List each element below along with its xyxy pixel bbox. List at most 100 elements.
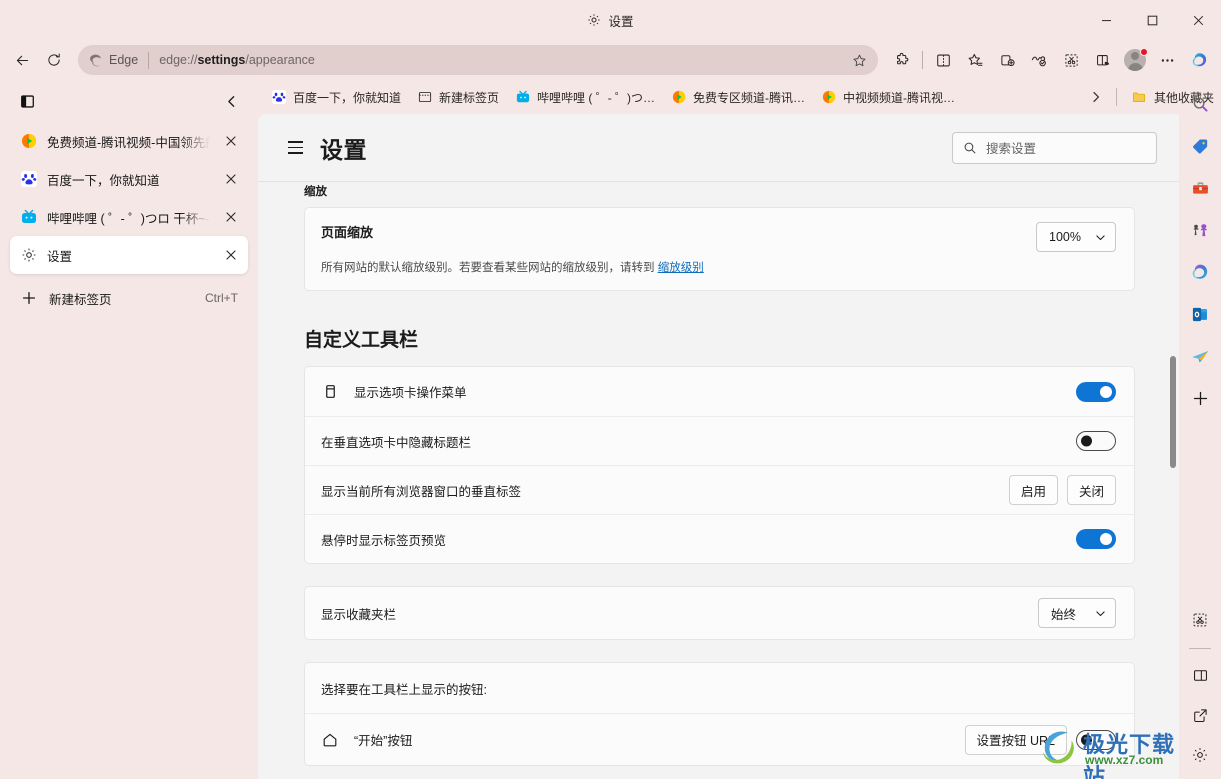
close-tab-button[interactable] — [220, 244, 242, 266]
toggle-hide-title-bar[interactable] — [1076, 431, 1116, 451]
setting-row-vertical-tabs-all-windows: 显示当前所有浏览器窗口的垂直标签 启用 关闭 — [305, 465, 1134, 514]
bookmarks-divider — [1115, 88, 1117, 106]
setting-label: 悬停时显示标签页预览 — [321, 533, 447, 548]
url-text: edge://settings/appearance — [159, 53, 315, 67]
minimize-button[interactable] — [1083, 0, 1129, 40]
bookmark-item[interactable]: 哔哩哔哩 ( ゜- ゜)つ… — [508, 85, 662, 110]
search-settings-input[interactable]: 搜索设置 — [952, 131, 1157, 164]
bookmark-item[interactable]: 新建标签页 — [410, 85, 506, 110]
customize-toolbar-heading: 自定义工具栏 — [304, 330, 419, 351]
bookmarks-bar: 百度一下，你就知道 新建标签页 哔哩哔哩 ( ゜- ゜)つ… 免费专区频道-腾讯… — [258, 80, 1221, 114]
scrollbar-thumb[interactable] — [1170, 356, 1176, 468]
back-button[interactable] — [6, 44, 38, 76]
shopping-tag-icon[interactable] — [1184, 130, 1216, 162]
outlook-icon[interactable] — [1184, 298, 1216, 330]
settings-scroll-area[interactable]: 缩放 页面缩放 100% 所有网站的默认缩放级别。若要查看某些网站的缩放级别，请… — [258, 182, 1179, 779]
new-tab-shortcut: Ctrl+T — [205, 291, 238, 305]
favorites-icon[interactable] — [959, 44, 991, 76]
toolbar-right-icons — [886, 44, 1215, 76]
baidu-icon — [271, 89, 287, 105]
favorites-bar-select[interactable]: 始终 — [1038, 598, 1116, 628]
window-controls — [1083, 0, 1221, 40]
bookmark-item[interactable]: 免费专区频道-腾讯… — [664, 85, 812, 110]
search-placeholder: 搜索设置 — [986, 142, 1037, 156]
vertical-tab-item[interactable]: 百度一下，你就知道 — [10, 160, 248, 198]
bookmark-label: 免费专区频道-腾讯… — [693, 90, 806, 105]
avatar-head — [1131, 52, 1139, 60]
profile-avatar[interactable] — [1119, 44, 1151, 76]
bookmark-item[interactable]: 中视频频道-腾讯视… — [814, 85, 962, 110]
zoom-levels-link[interactable]: 缩放级别 — [658, 262, 704, 274]
bookmark-label: 中视频频道-腾讯视… — [843, 90, 956, 105]
toggle-tab-actions-menu[interactable] — [1076, 381, 1116, 402]
vertical-tab-item[interactable]: 哔哩哔哩 ( ゜- ゜)つロ 干杯~-bilib — [10, 198, 248, 236]
setting-row-hover-tab-preview: 悬停时显示标签页预览 — [305, 514, 1134, 563]
address-bar[interactable]: Edge edge://settings/appearance — [78, 45, 878, 75]
copilot-icon[interactable] — [1184, 256, 1216, 288]
browser-essentials-icon[interactable] — [1023, 44, 1055, 76]
toolbar-buttons-heading-row: 选择要在工具栏上显示的按钮: — [305, 663, 1134, 713]
bilibili-icon — [20, 209, 37, 226]
paper-plane-icon[interactable] — [1184, 340, 1216, 372]
toolbar-buttons-card: 选择要在工具栏上显示的按钮: “开始”按钮 设置按钮 URL — [304, 662, 1135, 766]
add-favorite-icon[interactable] — [846, 47, 872, 73]
vertical-tab-item[interactable]: 免费频道-腾讯视频-中国领先的在 — [10, 122, 248, 160]
screenshot-icon[interactable] — [1184, 604, 1216, 636]
collapse-sidebar-button[interactable] — [216, 86, 246, 116]
set-button-url-button[interactable]: 设置按钮 URL — [964, 724, 1067, 755]
refresh-button[interactable] — [38, 44, 70, 76]
extensions-icon[interactable] — [886, 44, 918, 76]
search-icon[interactable] — [1184, 88, 1216, 120]
vertical-tabs-sidebar: 免费频道-腾讯视频-中国领先的在 百度一下，你就知道 哔哩哔哩 ( ゜- ゜)つ… — [0, 80, 258, 779]
setting-label: 显示选项卡操作菜单 — [354, 386, 467, 400]
add-sidebar-app-button[interactable] — [1184, 382, 1216, 414]
close-tab-button[interactable] — [220, 130, 242, 152]
close-tab-button[interactable] — [220, 206, 242, 228]
games-icon[interactable] — [1184, 214, 1216, 246]
open-external-icon[interactable] — [1184, 699, 1216, 731]
more-options-button[interactable] — [1151, 44, 1183, 76]
toggle-hover-tab-preview[interactable] — [1076, 529, 1116, 549]
bookmark-item[interactable]: 百度一下，你就知道 — [264, 85, 408, 110]
favorites-bar-value: 始终 — [1051, 607, 1077, 622]
window-title-group: 设置 — [587, 11, 634, 30]
split-panel-icon[interactable] — [1184, 659, 1216, 691]
copilot-icon[interactable] — [1183, 44, 1215, 76]
bilibili-icon — [515, 89, 531, 105]
settings-page: 设置 搜索设置 缩放 页面缩放 100% 所有网站的默认缩放级别。若要查看某些网… — [258, 114, 1179, 779]
page-zoom-row: 页面缩放 100% 所有网站的默认缩放级别。若要查看某些网站的缩放级别，请转到 … — [305, 208, 1134, 290]
new-tab-label: 新建标签页 — [49, 292, 112, 307]
maximize-button[interactable] — [1129, 0, 1175, 40]
toolbox-icon[interactable] — [1184, 172, 1216, 204]
close-tab-button[interactable] — [220, 168, 242, 190]
gear-icon — [587, 13, 601, 27]
page-zoom-card: 页面缩放 100% 所有网站的默认缩放级别。若要查看某些网站的缩放级别，请转到 … — [304, 207, 1135, 291]
disable-button[interactable]: 关闭 — [1066, 475, 1116, 505]
enable-button[interactable]: 启用 — [1008, 475, 1058, 505]
vertical-tab-item-active[interactable]: 设置 — [10, 236, 248, 274]
new-tab-button[interactable]: 新建标签页 Ctrl+T — [10, 280, 248, 316]
page-zoom-select[interactable]: 100% — [1036, 222, 1116, 252]
bookmarks-overflow-button[interactable] — [1084, 91, 1108, 103]
settings-scrollbar[interactable] — [1167, 182, 1179, 779]
screenshot-icon[interactable] — [1055, 44, 1087, 76]
window-title: 设置 — [608, 14, 634, 29]
baidu-icon — [20, 171, 37, 188]
tencent-video-icon — [671, 89, 687, 105]
read-aloud-icon[interactable] — [1087, 44, 1119, 76]
sidebar-divider — [1189, 648, 1211, 649]
tab-actions-menu-button[interactable] — [12, 86, 42, 116]
settings-menu-icon[interactable] — [278, 131, 312, 165]
home-icon — [321, 731, 339, 749]
vertical-tab-title: 设置 — [47, 249, 73, 264]
setting-label: 显示收藏夹栏 — [321, 607, 397, 622]
notification-dot — [1140, 48, 1148, 56]
close-button[interactable] — [1175, 0, 1221, 40]
settings-gear-icon[interactable] — [1184, 739, 1216, 771]
split-screen-icon[interactable] — [927, 44, 959, 76]
avatar-body — [1127, 63, 1143, 71]
customize-toolbar-card: 显示选项卡操作菜单 在垂直选项卡中隐藏标题栏 显示当前所有浏览器窗口的垂直标签 — [304, 366, 1135, 564]
collections-icon[interactable] — [991, 44, 1023, 76]
page-zoom-title: 页面缩放 — [321, 225, 374, 240]
toggle-home-button[interactable] — [1076, 729, 1116, 750]
